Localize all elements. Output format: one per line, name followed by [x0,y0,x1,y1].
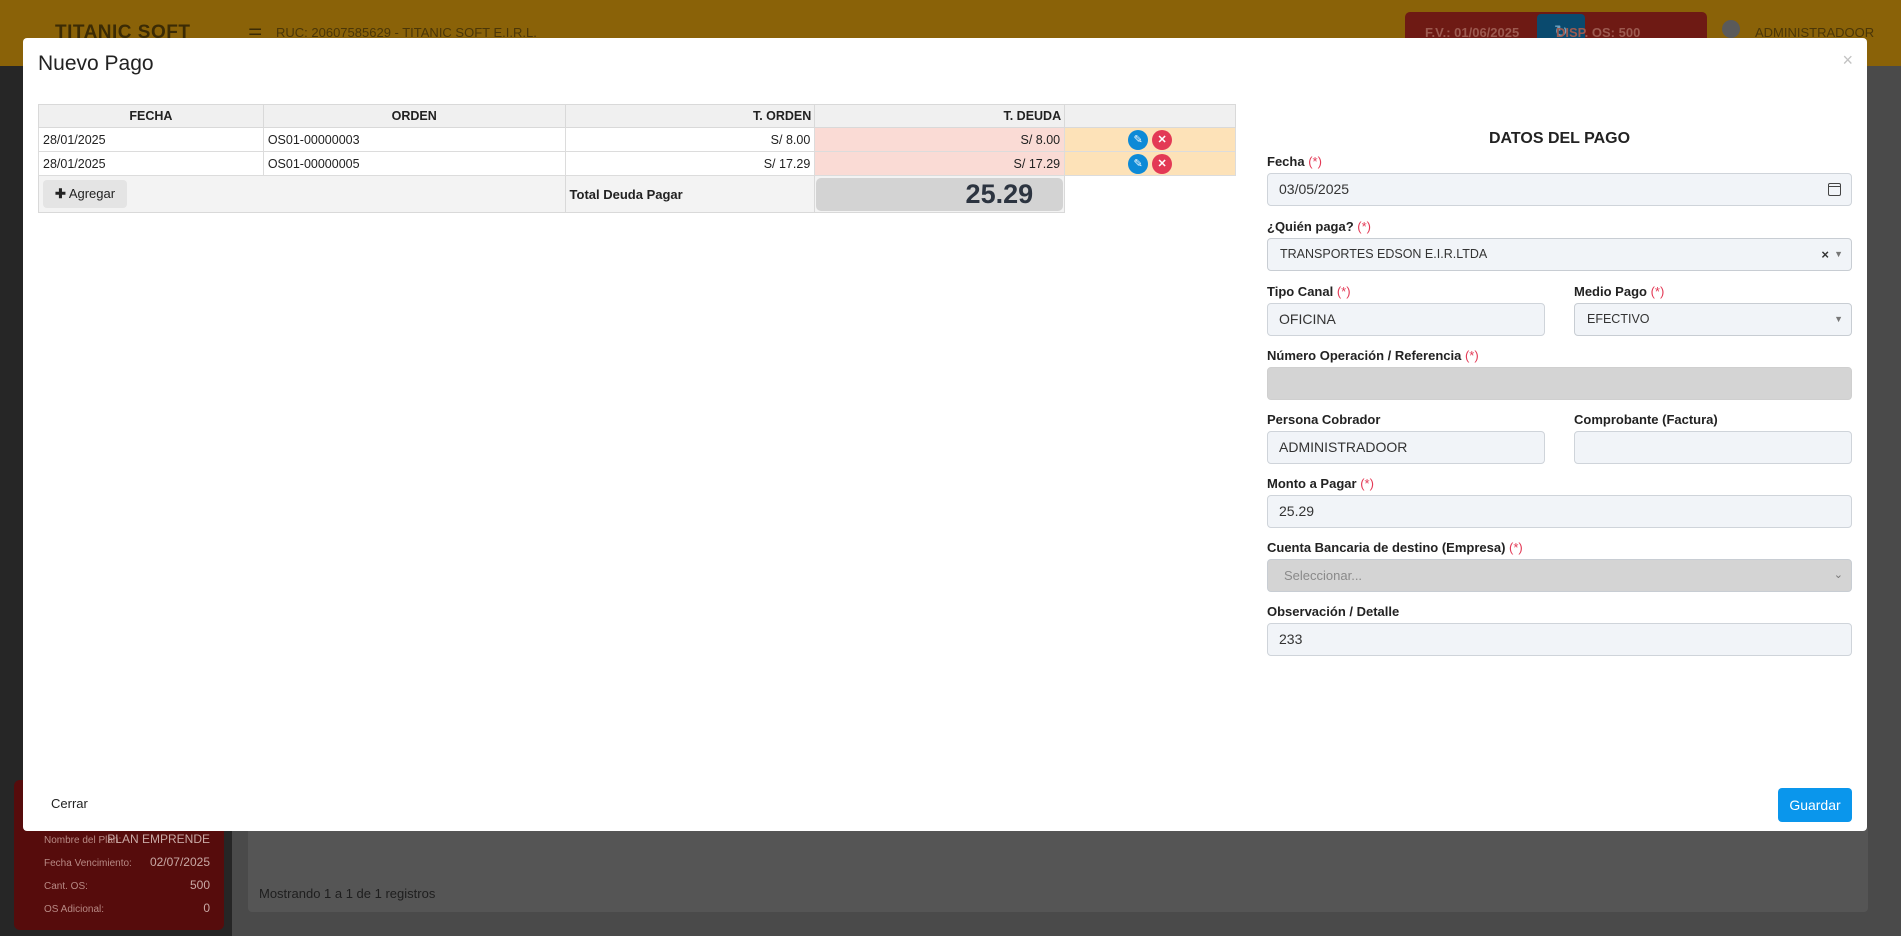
delete-x-icon[interactable]: ✕ [1152,129,1173,150]
total-value-cell: 25.29 [814,175,1066,213]
comprobante-input[interactable] [1574,431,1852,464]
numero-operacion-input[interactable] [1267,367,1852,400]
tipo-canal-input[interactable]: OFICINA [1267,303,1545,336]
tipo-canal-label: Tipo Canal (*) [1267,284,1351,299]
medio-pago-label-text: Medio Pago [1574,284,1647,299]
column-header-actions [1064,104,1236,128]
orders-table: FECHA ORDEN T. ORDEN T. DEUDA 28/01/2025… [38,104,1236,213]
persona-cobrador-label: Persona Cobrador [1267,412,1381,427]
quien-paga-label: ¿Quién paga? (*) [1267,219,1371,234]
content-card [248,826,1868,912]
required-mark: (*) [1336,284,1351,299]
quien-paga-value: TRANSPORTES EDSON E.I.R.LTDA [1280,247,1488,261]
chevron-down-icon[interactable]: ⌄ [1834,560,1843,591]
cuenta-bancaria-select[interactable]: Seleccionar... ⌄ [1267,559,1852,592]
cell-actions: ✎ ✕ [1064,151,1236,176]
table-header-row: FECHA ORDEN T. ORDEN T. DEUDA [38,104,1236,128]
cell-orden: OS01-00000003 [262,127,566,152]
nuevo-pago-modal: Nuevo Pago × FECHA ORDEN T. ORDEN T. DEU… [23,38,1867,831]
calendar-icon[interactable] [1828,183,1841,196]
guardar-button[interactable]: Guardar [1778,788,1852,822]
plan-key: Fecha Vencimiento: [44,858,132,869]
total-row: ✚ Agregar Total Deuda Pagar 25.29 [38,175,1236,213]
table-info: Mostrando 1 a 1 de 1 registros [259,886,436,901]
plan-key: Cant. OS: [44,881,88,892]
add-order-label: Agregar [68,186,116,201]
edit-pencil-icon[interactable]: ✎ [1128,153,1149,174]
modal-title: Nuevo Pago [38,52,154,75]
plan-row: Fecha Vencimiento: 02/07/2025 [30,855,210,873]
monto-label-text: Monto a Pagar [1267,476,1357,491]
cell-fecha: 28/01/2025 [38,127,264,152]
fecha-label: Fecha (*) [1267,154,1322,169]
close-icon[interactable]: × [1842,50,1853,71]
edit-pencil-icon[interactable]: ✎ [1128,129,1149,150]
required-mark: (*) [1509,540,1523,555]
column-header-t-deuda: T. DEUDA [814,104,1066,128]
add-order-button[interactable]: ✚ Agregar [43,180,128,208]
plus-icon: ✚ [55,186,66,201]
plan-row: Cant. OS: 500 [30,878,210,896]
fecha-value: 03/05/2025 [1279,181,1350,197]
cell-actions: ✎ ✕ [1064,127,1236,152]
column-header-fecha: FECHA [38,104,264,128]
fecha-input[interactable]: 03/05/2025 [1267,173,1852,206]
required-mark: (*) [1360,476,1374,491]
cuenta-bancaria-label: Cuenta Bancaria de destino (Empresa) (*) [1267,540,1523,555]
cell-t-orden: S/ 17.29 [564,151,816,176]
dropdown-arrow-icon[interactable]: ▼ [1834,304,1843,335]
required-mark: (*) [1357,219,1372,234]
plan-value: 0 [203,901,210,915]
column-header-orden: ORDEN [262,104,566,128]
medio-pago-value: EFECTIVO [1587,312,1650,326]
plan-key: OS Adicional: [44,904,105,915]
numero-operacion-label: Número Operación / Referencia (*) [1267,348,1479,363]
cell-t-deuda: S/ 17.29 [814,151,1066,176]
numero-operacion-label-text: Número Operación / Referencia [1267,348,1462,363]
empty-cell [1065,176,1236,213]
form-title: DATOS DEL PAGO [1488,130,1631,147]
required-mark: (*) [1308,154,1322,169]
required-mark: (*) [1650,284,1665,299]
cerrar-button[interactable]: Cerrar [51,796,88,811]
table-row: 28/01/2025 OS01-00000003 S/ 8.00 S/ 8.00… [38,127,1236,152]
total-value: 25.29 [816,177,1064,211]
plan-value: 02/07/2025 [149,855,210,869]
cell-orden: OS01-00000005 [262,151,566,176]
persona-cobrador-input[interactable]: ADMINISTRADOOR [1267,431,1545,464]
cell-t-orden: S/ 8.00 [564,127,816,152]
add-cell: ✚ Agregar [38,175,566,213]
plan-value: PLAN EMPRENDE [107,832,210,846]
quien-paga-label-text: ¿Quién paga? [1267,219,1354,234]
observacion-label: Observación / Detalle [1267,604,1400,619]
monto-label: Monto a Pagar (*) [1267,476,1374,491]
plan-row: Nombre del Plan: PLAN EMPRENDE [30,832,210,850]
user-avatar[interactable] [1722,20,1740,38]
medio-pago-label: Medio Pago (*) [1574,284,1664,299]
cuenta-bancaria-placeholder: Seleccionar... [1284,568,1363,583]
total-label-cell: Total Deuda Pagar [564,175,816,213]
clear-selection-icon[interactable]: × [1821,239,1829,270]
total-label: Total Deuda Pagar [569,186,683,202]
table-row: 28/01/2025 OS01-00000005 S/ 17.29 S/ 17.… [38,151,1236,176]
quien-paga-select[interactable]: TRANSPORTES EDSON E.I.R.LTDA × ▼ [1267,238,1852,271]
plan-value: 500 [189,878,210,892]
cell-t-deuda: S/ 8.00 [814,127,1066,152]
fecha-label-text: Fecha [1267,154,1305,169]
column-header-t-orden: T. ORDEN [564,104,816,128]
delete-x-icon[interactable]: ✕ [1152,153,1173,174]
cuenta-bancaria-label-text: Cuenta Bancaria de destino (Empresa) [1267,540,1506,555]
monto-input[interactable]: 25.29 [1267,495,1852,528]
dropdown-arrow-icon[interactable]: ▼ [1834,239,1843,270]
medio-pago-select[interactable]: EFECTIVO ▼ [1574,303,1852,336]
plan-row: OS Adicional: 0 [30,901,210,919]
observacion-input[interactable]: 233 [1267,623,1852,656]
cell-fecha: 28/01/2025 [38,151,264,176]
required-mark: (*) [1464,348,1479,363]
comprobante-label: Comprobante (Factura) [1574,412,1718,427]
tipo-canal-label-text: Tipo Canal [1267,284,1334,299]
